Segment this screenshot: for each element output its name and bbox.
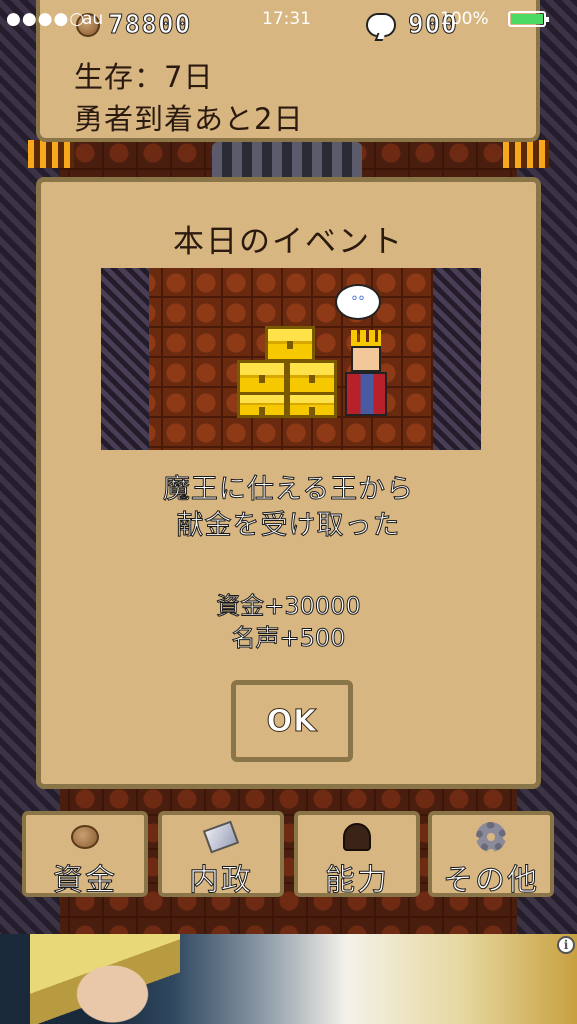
scene-wall-right [433,268,481,450]
event-reward: 資金+30000 名声+500 [41,590,536,654]
menu-domestic-label: 内政 [189,863,253,899]
king-sprite [345,330,391,422]
menu-funds-label: 資金 [53,863,117,899]
treasure-chest-icon [287,392,337,418]
event-title: 本日のイベント [173,224,404,260]
torch-left-icon [28,140,74,168]
event-message-line-2: 献金を受け取った [176,510,401,542]
king-head [351,346,381,372]
treasure-chest-icon [237,360,287,396]
event-scene-image: °° [101,268,481,450]
ad-character-image [30,934,180,1024]
treasure-chest-icon [237,392,287,418]
reward-money: 資金+30000 [216,592,361,621]
days-alive-label: 生存：7日 [74,60,214,94]
battery-icon [508,11,549,27]
treasure-chest-icon [265,326,315,362]
menu-domestic-button[interactable]: 内政 [158,811,284,899]
gear-icon [473,822,509,852]
ok-button[interactable]: OK [231,680,353,762]
king-body [345,372,387,416]
signal-strength: ●●●●○ [6,9,86,29]
menu-ability-label: 能力 [325,863,389,899]
sweat-bubble-icon: °° [335,284,381,320]
event-message: 魔王に仕える王から 献金を受け取った [41,472,536,544]
ad-banner[interactable]: i [0,934,577,1024]
event-message-line-1: 魔王に仕える王から [162,474,415,506]
status-bar: ●●●●○ au 17:31 100% [0,0,577,40]
scroll-icon [202,820,240,854]
treasure-chest-icon [287,360,337,396]
carrier-name: au [82,9,104,29]
menu-ability-button[interactable]: 能力 [294,811,420,899]
scene-wall-left [101,268,149,450]
torch-right-icon [503,140,549,168]
hero-arrival-label: 勇者到着あと2日 [74,102,304,136]
battery-percent: 100% [440,9,489,29]
menu-other-label: その他 [443,863,539,899]
event-dialog: 本日のイベント °° 魔王に仕える王から 献金を受け取った 資金+30000 名… [36,177,541,789]
menu-funds-button[interactable]: 資金 [22,811,148,899]
info-icon[interactable]: i [557,936,575,954]
coin-icon [67,823,103,851]
silhouette-icon [339,823,375,851]
menu-other-button[interactable]: その他 [428,811,554,899]
clock: 17:31 [262,9,311,29]
demon-lord-sprite [212,142,362,182]
bottom-menu: 資金 内政 能力 その他 [22,811,556,899]
reward-fame: 名声+500 [231,624,346,653]
